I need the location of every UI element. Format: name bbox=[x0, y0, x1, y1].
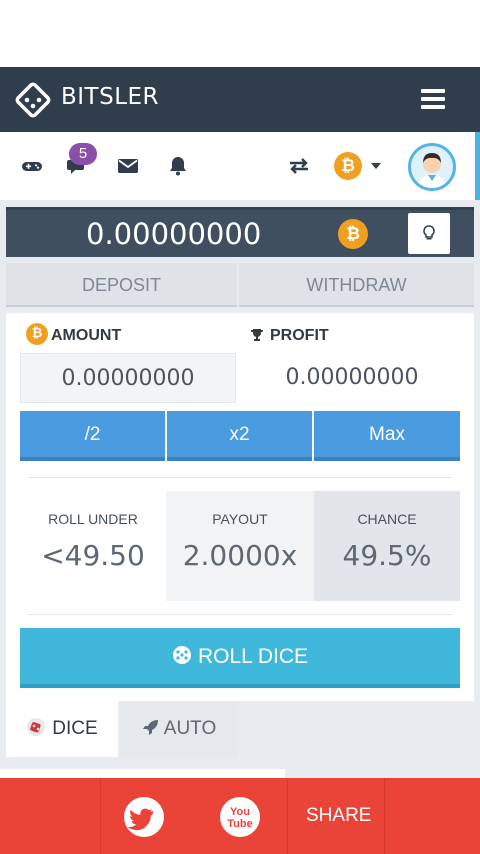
rocket-icon bbox=[142, 719, 158, 735]
svg-text:You: You bbox=[230, 806, 250, 818]
tab-auto-label: AUTO bbox=[163, 718, 217, 739]
dice-icon bbox=[172, 646, 191, 665]
roll-under-box[interactable]: ROLL UNDER <49.50 bbox=[20, 491, 166, 601]
bitcoin-icon: ₿ bbox=[26, 323, 48, 345]
svg-text:Tube: Tube bbox=[227, 818, 252, 830]
lightbulb-icon bbox=[423, 225, 435, 240]
balance-bar: 0.00000000 ₿ bbox=[6, 207, 474, 257]
caret-down-icon[interactable] bbox=[371, 163, 381, 169]
balance-value: 0.00000000 bbox=[86, 217, 262, 251]
withdraw-button[interactable]: WITHDRAW bbox=[239, 263, 474, 307]
chance-value: 49.5% bbox=[342, 539, 432, 572]
navbar: BITSLER bbox=[0, 67, 480, 132]
youtube-icon[interactable]: You Tube bbox=[220, 797, 260, 837]
tab-auto[interactable]: AUTO bbox=[120, 701, 238, 757]
bitcoin-icon: ₿ bbox=[338, 219, 368, 249]
avatar[interactable] bbox=[408, 143, 456, 191]
bitcoin-icon[interactable]: ₿ bbox=[334, 152, 362, 180]
divider bbox=[28, 614, 452, 615]
chance-label: CHANCE bbox=[357, 511, 417, 527]
scroll-accent bbox=[475, 132, 480, 200]
deposit-withdraw-row: DEPOSIT WITHDRAW bbox=[6, 263, 474, 307]
divider bbox=[384, 778, 385, 854]
swap-icon[interactable] bbox=[287, 154, 311, 178]
dice-icon bbox=[27, 717, 46, 736]
bet-card: ₿ AMOUNT PROFIT 0.00000000 0.00000000 /2… bbox=[6, 313, 474, 701]
share-bar: You Tube SHARE bbox=[0, 778, 480, 854]
payout-label: PAYOUT bbox=[212, 511, 268, 527]
hamburger-menu-icon[interactable] bbox=[421, 89, 445, 109]
half-button[interactable]: /2 bbox=[20, 411, 165, 461]
double-button[interactable]: x2 bbox=[167, 411, 312, 461]
status-area bbox=[0, 0, 480, 67]
payout-box[interactable]: PAYOUT 2.0000x bbox=[166, 491, 314, 601]
divider bbox=[287, 778, 288, 854]
share-button[interactable]: SHARE bbox=[306, 805, 371, 827]
gamepad-icon[interactable] bbox=[20, 154, 44, 178]
brand-name[interactable]: BITSLER bbox=[61, 84, 159, 110]
hint-button[interactable] bbox=[408, 213, 450, 254]
max-button[interactable]: Max bbox=[314, 411, 460, 461]
twitter-icon[interactable] bbox=[124, 797, 164, 837]
profit-label: PROFIT bbox=[270, 327, 329, 344]
divider bbox=[28, 477, 452, 478]
deposit-button[interactable]: DEPOSIT bbox=[6, 263, 237, 307]
roll-under-label: ROLL UNDER bbox=[48, 511, 138, 527]
divider bbox=[100, 778, 101, 854]
amount-input[interactable]: 0.00000000 bbox=[20, 353, 236, 403]
roll-dice-button[interactable]: ROLL DICE bbox=[20, 628, 460, 688]
tab-dice-label: DICE bbox=[52, 718, 98, 739]
chance-box[interactable]: CHANCE 49.5% bbox=[314, 491, 460, 601]
roll-dice-label: ROLL DICE bbox=[197, 645, 309, 668]
trophy-icon bbox=[251, 329, 263, 341]
bell-icon[interactable] bbox=[166, 154, 190, 178]
tab-dice[interactable]: DICE bbox=[6, 701, 118, 757]
amount-label: AMOUNT bbox=[51, 327, 122, 344]
roll-under-value: <49.50 bbox=[41, 539, 145, 572]
payout-value: 2.0000x bbox=[182, 539, 298, 572]
mail-icon[interactable] bbox=[116, 154, 140, 178]
chat-badge: 5 bbox=[69, 143, 97, 165]
profit-value: 0.00000000 bbox=[285, 365, 419, 390]
game-tabs: DICE AUTO bbox=[6, 701, 474, 759]
dice-logo-icon[interactable] bbox=[14, 81, 52, 119]
